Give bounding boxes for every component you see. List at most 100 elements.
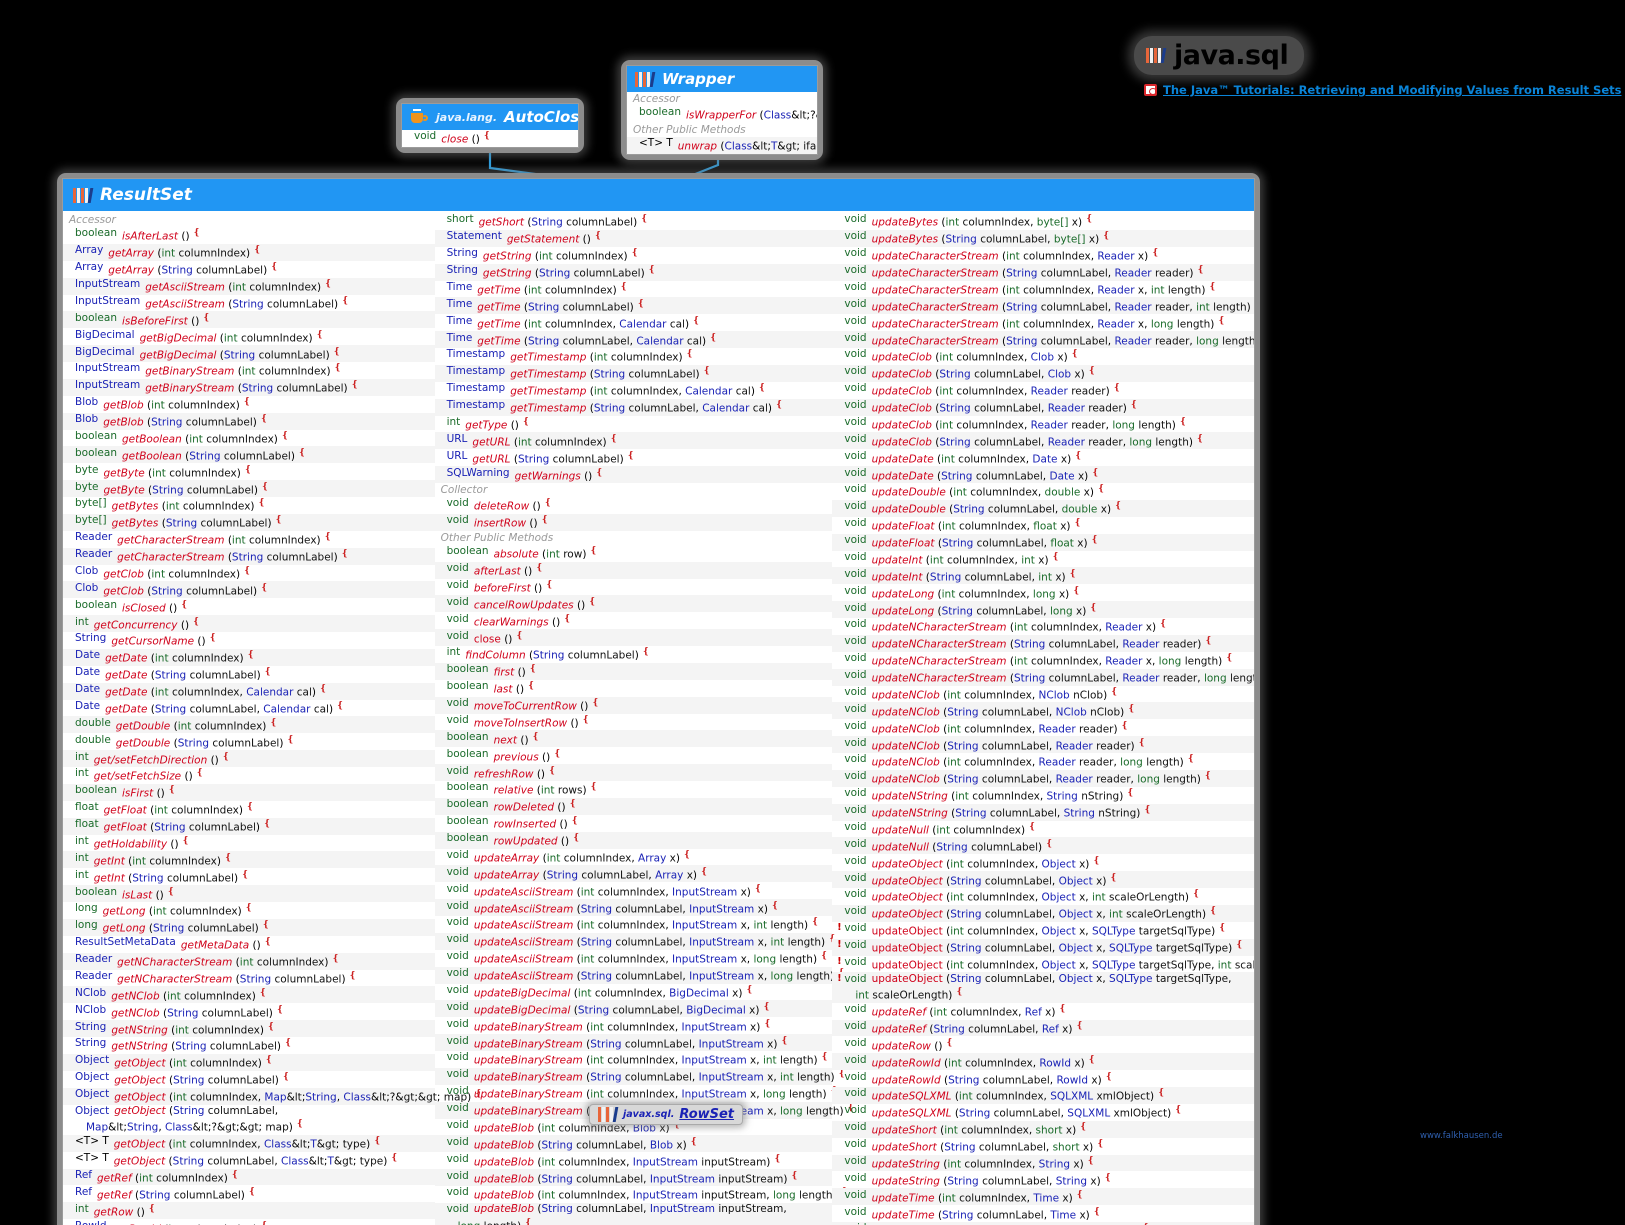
method-row[interactable]: <T> T unwrap (Class&lt;T&gt; iface) ❴ (627, 136, 817, 154)
method-row[interactable]: void updateObject (String columnLabel, Ob… (832, 904, 1254, 922)
method-row[interactable]: Reader getCharacterStream (int columnInde… (63, 531, 435, 548)
method-row[interactable]: boolean isFirst () ❴ (63, 783, 435, 801)
method-row[interactable]: void updateShort (String columnLabel, sho… (832, 1138, 1254, 1155)
method-row[interactable]: boolean relative (int rows) ❴ (435, 781, 833, 798)
method-row[interactable]: int getInt (String columnLabel) ❴ (63, 868, 435, 885)
method-row[interactable]: void updateNull (int columnIndex) ❴ (832, 821, 1254, 838)
method-row[interactable]: boolean getBoolean (int columnIndex) ❴ (63, 430, 435, 447)
method-row[interactable]: Clob getClob (String columnLabel) ❴ (63, 581, 435, 599)
method-row[interactable]: void updateNClob (String columnLabel, Rea… (832, 736, 1254, 753)
method-row[interactable]: void updateArray (int columnIndex, Array … (435, 849, 833, 866)
method-row[interactable]: void clearWarnings () ❴ (435, 612, 833, 629)
method-row[interactable]: Date getDate (int columnIndex, Calendar c… (63, 682, 435, 700)
method-row[interactable]: void updateLong (int columnIndex, long x)… (832, 584, 1254, 601)
method-row[interactable]: Reader getCharacterStream (String columnL… (63, 547, 435, 565)
method-row[interactable]: Time getTime (String columnLabel, Calenda… (434, 331, 833, 348)
method-row[interactable]: boolean getBoolean (String columnLabel) ❴ (63, 446, 435, 464)
method-row[interactable]: boolean isWrapperFor (Class&lt;?&gt; ifac… (627, 106, 817, 123)
method-row[interactable]: void updateInt (int columnIndex, int x) ❴ (832, 551, 1254, 568)
method-row[interactable]: boolean isLast () ❴ (63, 885, 435, 902)
method-row[interactable]: URL getURL (String columnLabel) ❴ (435, 449, 833, 466)
method-row[interactable]: String getCursorName () ❴ (63, 632, 435, 649)
method-row[interactable]: void updateRow () ❴ (832, 1036, 1254, 1053)
method-row[interactable]: void updateBinaryStream (int columnIndex,… (435, 1017, 833, 1034)
method-row[interactable]: Date getDate (String columnLabel, Calenda… (63, 700, 435, 717)
method-row[interactable]: Array getArray (int columnIndex) ❴ (63, 243, 435, 261)
method-row[interactable]: void updateNCharacterStream (String colum… (832, 668, 1254, 686)
method-row[interactable]: void updateClob (String columnLabel, Clob… (832, 364, 1254, 382)
method-row[interactable]: byte[] getBytes (String columnLabel) ❴ (63, 513, 435, 531)
method-row[interactable]: <T> T getObject (int columnIndex, Class&l… (63, 1134, 435, 1152)
method-row[interactable]: void moveToCurrentRow () ❴ (434, 696, 833, 714)
method-row[interactable]: BigDecimal getBigDecimal (String columnLa… (63, 345, 435, 362)
method-row[interactable]: void updateRef (String columnLabel, Ref x… (832, 1019, 1254, 1037)
method-row[interactable]: BigDecimal getBigDecimal (int columnIndex… (63, 328, 435, 345)
method-row[interactable]: void updateString (int columnIndex, Strin… (832, 1154, 1254, 1172)
method-row[interactable]: void updateAsciiStream (int columnIndex, … (435, 950, 833, 967)
method-row[interactable]: void updateNClob (String columnLabel, NCl… (832, 702, 1254, 720)
method-row[interactable]: void updateCharacterStream (int columnInd… (832, 281, 1254, 298)
method-row[interactable]: void updateClob (int columnIndex, Reader … (832, 416, 1254, 433)
method-row[interactable]: void updateFloat (int columnIndex, float … (832, 517, 1254, 534)
method-row[interactable]: void updateObject (String columnLabel, Ob… (832, 871, 1254, 888)
method-row[interactable]: void updateBytes (int columnIndex, byte[]… (832, 213, 1254, 230)
method-row[interactable]: void updateNClob (int columnIndex, NClob … (832, 686, 1254, 703)
method-row[interactable]: byte[] getBytes (int columnIndex) ❴ (63, 497, 435, 514)
method-row[interactable]: Ref getRef (String columnLabel) ❴ (63, 1185, 435, 1202)
method-row[interactable]: Timestamp getTimestamp (int columnIndex, … (435, 382, 833, 399)
method-row[interactable]: Date getDate (String columnLabel) ❴ (63, 666, 435, 683)
method-row[interactable]: InputStream getAsciiStream (String column… (63, 295, 435, 312)
method-row[interactable]: void updateBlob (int columnIndex, InputSt… (435, 1152, 833, 1169)
method-row[interactable]: boolean last () ❴ (435, 680, 833, 697)
method-row[interactable]: double getDouble (String columnLabel) ❴ (63, 733, 435, 750)
method-row[interactable]: void updateRef (int columnIndex, Ref x) ❴ (832, 1003, 1254, 1020)
method-row[interactable]: void updateBinaryStream (int columnIndex,… (435, 1051, 833, 1068)
method-row[interactable]: boolean previous () ❴ (435, 747, 833, 764)
method-row[interactable]: boolean rowUpdated () ❴ (434, 831, 833, 849)
method-row[interactable]: void updateCharacterStream (String column… (832, 263, 1254, 281)
method-row[interactable]: int getType () ❴ (435, 416, 833, 433)
method-row[interactable]: void insertRow () ❴ (434, 513, 833, 531)
method-row[interactable]: InputStream getBinaryStream (String colum… (63, 378, 435, 396)
method-row[interactable]: Timestamp getTimestamp (String columnLabe… (434, 364, 833, 382)
method-row[interactable]: void updateBytes (String columnLabel, byt… (832, 229, 1254, 247)
method-row[interactable]: Statement getStatement () ❴ (434, 229, 833, 247)
method-row[interactable]: boolean isAfterLast () ❴ (63, 227, 435, 244)
method-row[interactable]: Reader getNCharacterStream (String column… (63, 970, 435, 987)
method-row[interactable]: void updateNString (int columnIndex, Stri… (832, 787, 1254, 804)
method-row[interactable]: Time getTime (String columnLabel) ❴ (434, 297, 833, 315)
method-row[interactable]: void updateBigDecimal (int columnIndex, B… (435, 984, 833, 1001)
method-row[interactable]: int getConcurrency () ❴ (63, 615, 435, 632)
method-row[interactable]: InputStream getBinaryStream (int columnIn… (63, 362, 435, 379)
method-row[interactable]: <T> T getObject (String columnLabel, Clas… (63, 1152, 435, 1169)
class-box-resultset[interactable]: ResultSet Accessor boolean isAfterLast () … (57, 173, 1260, 1225)
method-row[interactable]: void updateCharacterStream (String column… (832, 331, 1254, 348)
method-row[interactable]: boolean isClosed () ❴ (63, 598, 435, 615)
method-row[interactable]: void updateBlob (String columnLabel, Blob… (434, 1135, 833, 1153)
method-row[interactable]: NClob getNClob (int columnIndex) ❴ (63, 986, 435, 1004)
method-row[interactable]: void updateClob (String columnLabel, Read… (832, 398, 1254, 416)
method-row[interactable]: void updateClob (String columnLabel, Read… (832, 432, 1254, 450)
method-row[interactable]: RowIdgetRowId (int columnIndex) ❴ (63, 1219, 435, 1225)
method-row[interactable]: long getLong (String columnLabel) ❴ (63, 918, 435, 936)
method-row[interactable]: void updateAsciiStream (String columnLabe… (434, 899, 833, 916)
method-row[interactable]: Time getTime (int columnIndex, Calendar c… (435, 314, 833, 331)
method-row[interactable]: int getInt (int columnIndex) ❴ (63, 851, 435, 869)
method-row[interactable]: ResultSetMetaData getMetaData () ❴ (63, 936, 435, 953)
method-row[interactable]: ! void updateObject (int columnIndex, Obje… (832, 922, 1254, 939)
method-row[interactable]: void updateBlob (String columnLabel, Inpu… (434, 1169, 833, 1186)
method-row[interactable]: void updateAsciiStream (String columnLabe… (434, 932, 836, 950)
method-row[interactable]: void updateNCharacterStream (int columnIn… (832, 618, 1254, 635)
method-row[interactable]: ! void updateObject (int columnIndex, Obje… (832, 956, 1254, 973)
method-row[interactable]: Clob getClob (int columnIndex) ❴ (63, 565, 435, 582)
method-row[interactable]: void updateSQLXML (String columnLabel, SQ… (832, 1104, 1254, 1121)
method-row[interactable]: Timestamp getTimestamp (int columnIndex) … (435, 348, 833, 365)
method-row[interactable]: void updateLong (String columnLabel, long… (832, 601, 1254, 618)
method-row[interactable]: void updateRowId (int columnIndex, RowId … (832, 1053, 1254, 1071)
method-row[interactable]: boolean rowDeleted () ❴ (434, 797, 833, 815)
method-row[interactable]: int getRow () ❴ (63, 1202, 435, 1220)
method-row[interactable]: void updateShort (int columnIndex, short … (832, 1120, 1254, 1138)
method-row[interactable]: void cancelRowUpdates () ❴ (434, 595, 833, 613)
class-box-wrapper[interactable]: Wrapper Accessor boolean isWrapperFor (Cla… (621, 60, 823, 160)
method-row[interactable]: void refreshRow () ❴ (434, 764, 833, 781)
